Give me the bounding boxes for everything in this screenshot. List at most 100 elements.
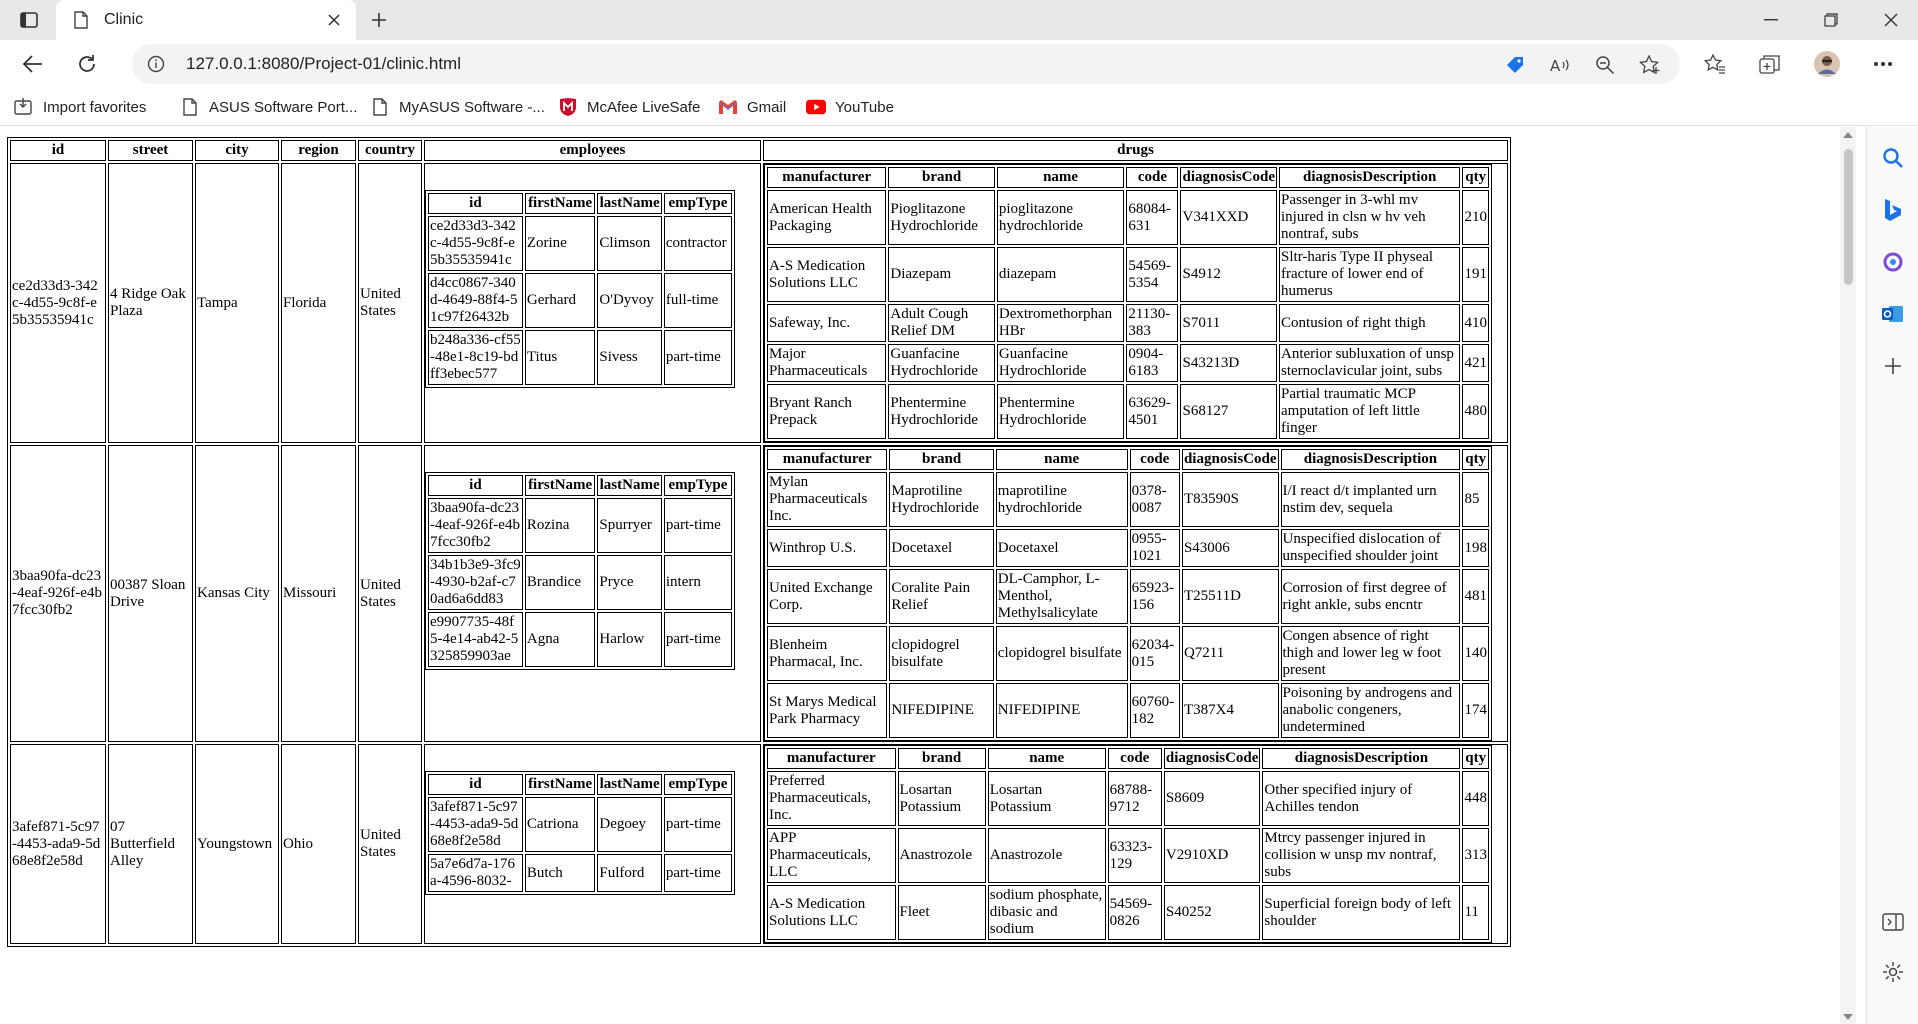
drug-diagnosisDescription-cell: Other specified injury of Achilles tendo… xyxy=(1262,771,1461,826)
add-sidebar-app-icon[interactable] xyxy=(1878,351,1908,381)
collections-icon[interactable] xyxy=(1753,48,1787,80)
youtube-icon xyxy=(806,97,826,117)
drug-manufacturer-cell: Mylan Pharmaceuticals Inc. xyxy=(767,472,888,527)
drugs-cell: manufacturer brand name code diagnosisCode di… xyxy=(763,445,1508,742)
emp-id-cell: d4cc0867-340d-4649-88f4-51c97f26432b xyxy=(428,273,523,328)
scroll-down-arrow-icon[interactable] xyxy=(1843,1014,1853,1020)
clinic-street-cell: 4 Ridge Oak Plaza xyxy=(108,163,193,443)
favorites-icon[interactable] xyxy=(1698,48,1732,80)
table-row: Preferred Pharmaceuticals, Inc. Losartan … xyxy=(767,771,1489,826)
drug-diagnosisCode-cell: S8609 xyxy=(1163,771,1261,826)
table-row: St Marys Medical Park Pharmacy NIFEDIPINE… xyxy=(767,683,1489,738)
drug-code-cell: 62034-015 xyxy=(1129,626,1180,681)
drug-name-cell: Losartan Potassium xyxy=(987,771,1106,826)
drug-diagnosisCode-cell: S43213D xyxy=(1180,344,1278,382)
emp-id-cell: 5a7e6d7a-176a-4596-8032- xyxy=(428,854,523,892)
drug-code-cell: 68084-631 xyxy=(1126,190,1179,245)
bookmark-asus-software-portal[interactable]: ASUS Software Port... xyxy=(180,94,357,120)
address-bar[interactable]: 127.0.0.1:8080/Project-01/clinic.html A xyxy=(132,44,1680,84)
drug-brand-cell: NIFEDIPINE xyxy=(889,683,994,738)
clinic-city-cell: Kansas City xyxy=(195,445,279,742)
bookmark-mcafee-livesafe[interactable]: McAfee LiveSafe xyxy=(558,94,700,120)
minimize-icon[interactable] xyxy=(1748,0,1794,40)
scrollbar-thumb[interactable] xyxy=(1844,149,1853,285)
drug-diagnosisDescription-cell: Poisoning by androgens and anabolic cong… xyxy=(1280,683,1461,738)
drug-code-cell: 54569-5354 xyxy=(1126,247,1179,302)
emp-id-cell: ce2d33d3-342c-4d55-9c8f-e5b35535941c xyxy=(428,216,523,271)
add-favorite-icon[interactable] xyxy=(1637,52,1663,78)
drug-diagnosisCode-cell: T83590S xyxy=(1181,472,1279,527)
drug-diagnosisDescription-cell: Sltr-haris Type II physeal fracture of l… xyxy=(1279,247,1461,302)
drug-diagnosisDescription-cell: Corrosion of first degree of right ankle… xyxy=(1280,569,1461,624)
emp-header-empType: empType xyxy=(663,774,732,795)
url-text: 127.0.0.1:8080/Project-01/clinic.html xyxy=(186,54,461,73)
emp-firstName-cell: Brandice xyxy=(524,555,596,610)
drug-name-cell: sodium phosphate, dibasic and sodium xyxy=(987,885,1106,940)
table-header-row: id street city region country employees … xyxy=(10,140,1508,161)
vertical-scrollbar[interactable] xyxy=(1840,127,1856,1024)
bookmark-myasus-software[interactable]: MyASUS Software -... xyxy=(370,94,545,120)
new-tab-button[interactable] xyxy=(364,6,394,34)
tab-clinic[interactable]: Clinic xyxy=(56,0,356,40)
emp-header-empType: empType xyxy=(663,475,732,496)
refresh-icon[interactable] xyxy=(70,48,104,80)
table-row: Safeway, Inc. Adult Cough Relief DM Dextro… xyxy=(767,304,1489,342)
table-row: b248a336-cf55-48e1-8c19-bdff3ebec577 Titu… xyxy=(428,330,732,385)
drug-manufacturer-cell: A-S Medication Solutions LLC xyxy=(767,885,896,940)
table-row: 3afef871-5c97-4453-ada9-5d68e8f2e58d Catr… xyxy=(428,797,732,852)
drug-name-cell: maprotiline hydrochloride xyxy=(995,472,1128,527)
drugs-header-row: manufacturer brand name code diagnosisCode di… xyxy=(767,449,1489,470)
emp-lastName-cell: Fulford xyxy=(597,854,662,892)
close-window-icon[interactable] xyxy=(1868,0,1914,40)
drug-brand-cell: Losartan Potassium xyxy=(897,771,986,826)
header-employees: employees xyxy=(424,140,761,161)
outlook-icon[interactable] xyxy=(1878,299,1908,329)
emp-header-empType: empType xyxy=(663,193,732,214)
shopping-icon[interactable] xyxy=(1878,247,1908,277)
emp-header-lastName: lastName xyxy=(597,193,662,214)
drug-header-manufacturer: manufacturer xyxy=(767,167,887,188)
bookmark-gmail[interactable]: Gmail xyxy=(718,94,786,120)
drug-header-qty: qty xyxy=(1462,167,1489,188)
page-icon xyxy=(370,97,390,117)
drug-name-cell: clopidogrel bisulfate xyxy=(995,626,1128,681)
drug-diagnosisDescription-cell: Contusion of right thigh xyxy=(1279,304,1461,342)
tag-icon[interactable] xyxy=(1502,52,1528,78)
mcafee-icon xyxy=(558,97,578,117)
drug-header-manufacturer: manufacturer xyxy=(767,748,896,769)
back-icon[interactable] xyxy=(16,48,50,80)
drug-brand-cell: Adult Cough Relief DM xyxy=(888,304,995,342)
clinic-street-cell: 00387 Sloan Drive xyxy=(108,445,193,742)
read-aloud-icon[interactable]: A xyxy=(1547,52,1573,78)
emp-lastName-cell: Sivess xyxy=(597,330,662,385)
drug-diagnosisCode-cell: S68127 xyxy=(1180,384,1278,439)
clinic-region-cell: Missouri xyxy=(281,445,356,742)
drug-diagnosisDescription-cell: Superficial foreign body of left shoulde… xyxy=(1262,885,1461,940)
drug-qty-cell: 481 xyxy=(1462,569,1489,624)
tab-actions-icon[interactable] xyxy=(14,8,44,32)
drug-header-qty: qty xyxy=(1462,449,1489,470)
bookmark-import-favorites[interactable]: Import favorites xyxy=(14,94,146,120)
restore-icon[interactable] xyxy=(1808,0,1854,40)
close-tab-icon[interactable] xyxy=(322,8,346,32)
employees-table: id firstName lastName empType 3afef871-5c97-… xyxy=(425,771,735,895)
emp-firstName-cell: Zorine xyxy=(524,216,596,271)
drug-diagnosisDescription-cell: Mtrcy passenger injured in collision w u… xyxy=(1262,828,1461,883)
zoom-out-icon[interactable] xyxy=(1592,52,1618,78)
emp-header-firstName: firstName xyxy=(524,774,596,795)
hide-sidebar-icon[interactable] xyxy=(1878,907,1908,937)
scroll-up-arrow-icon[interactable] xyxy=(1843,132,1853,138)
employees-table: id firstName lastName empType ce2d33d3-342c-… xyxy=(425,190,735,388)
search-icon[interactable] xyxy=(1878,143,1908,173)
settings-gear-icon[interactable] xyxy=(1878,957,1908,987)
profile-avatar-icon[interactable] xyxy=(1810,48,1844,80)
drugs-table: manufacturer brand name code diagnosisCode di… xyxy=(764,164,1492,442)
drug-name-cell: Phentermine Hydrochloride xyxy=(996,384,1125,439)
more-menu-icon[interactable] xyxy=(1866,48,1900,80)
bookmark-youtube[interactable]: YouTube xyxy=(806,94,894,120)
site-info-icon[interactable] xyxy=(146,54,166,74)
emp-empType-cell: part-time xyxy=(663,797,732,852)
drug-code-cell: 0378-0087 xyxy=(1129,472,1180,527)
drug-diagnosisDescription-cell: Partial traumatic MCP amputation of left… xyxy=(1279,384,1461,439)
bing-copilot-icon[interactable] xyxy=(1878,195,1908,225)
